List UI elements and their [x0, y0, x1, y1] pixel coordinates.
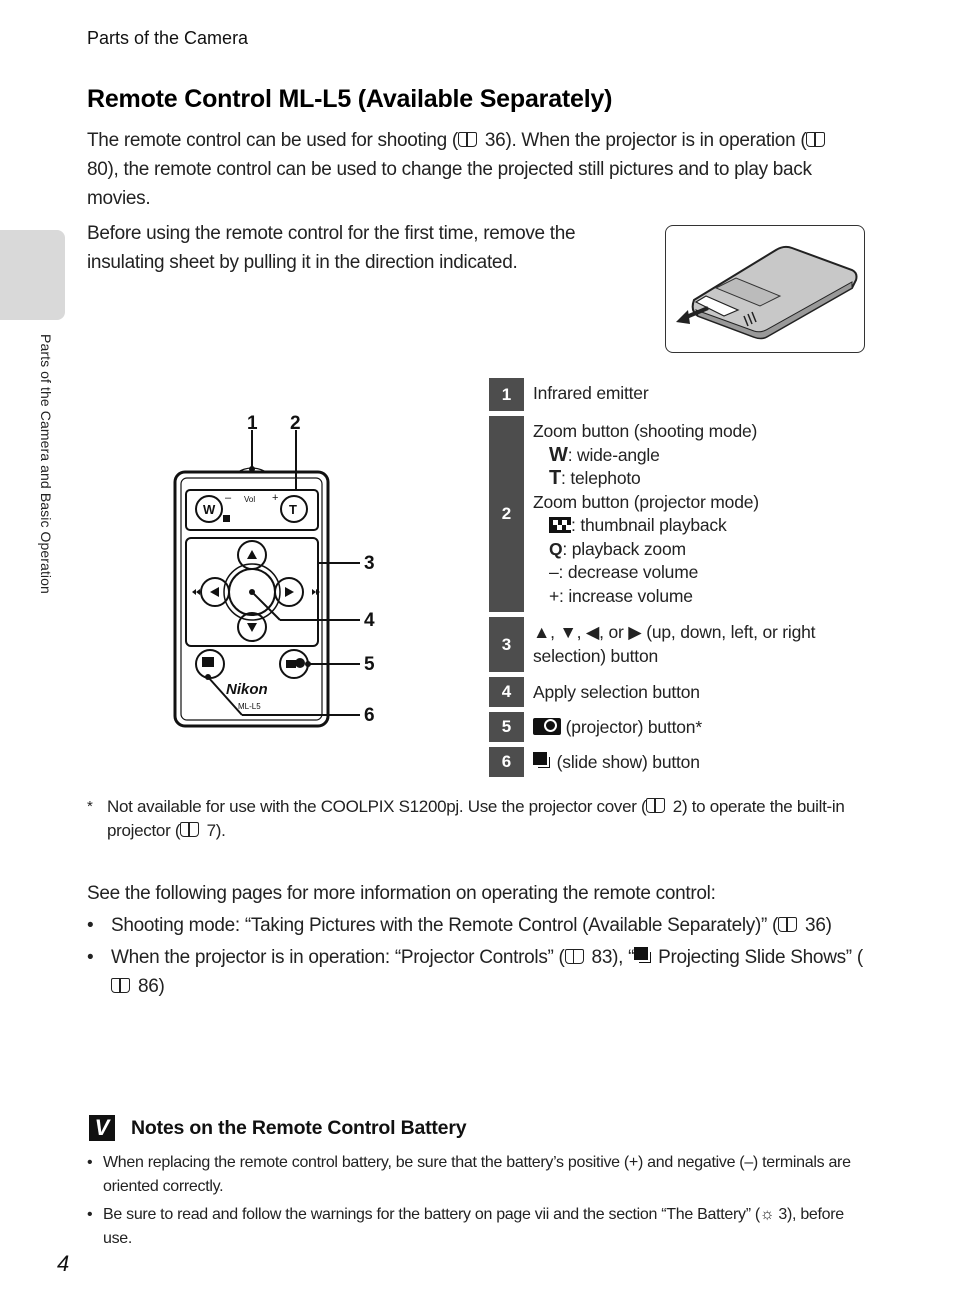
t-label: T — [289, 502, 297, 517]
insulating-sheet-paragraph: Before using the remote control for the … — [87, 223, 576, 273]
list-item-text: Projecting Slide Shows” ( — [653, 947, 863, 968]
remote-control-diagram: 1 2 3 4 5 6 W T Nikon Vol – + ML-L5 — [170, 405, 390, 735]
section-tab — [0, 230, 65, 320]
page-number: 4 — [57, 1251, 70, 1276]
legend-line: Zoom button (shooting mode) — [533, 421, 758, 441]
projector-icon — [533, 718, 561, 735]
list-item-text: 86) — [133, 976, 165, 997]
notes-list: When replacing the remote control batter… — [87, 1151, 867, 1255]
list-item-text: When the projector is in operation: “Pro… — [111, 947, 565, 968]
callout-6: 6 — [364, 705, 375, 726]
list-item: Shooting mode: “Taking Pictures with the… — [87, 911, 867, 940]
book-reference-icon — [778, 917, 798, 932]
legend-number: 3 — [489, 617, 524, 672]
footnote-marker: * — [87, 798, 93, 815]
callout-5: 5 — [364, 654, 375, 675]
intro-paragraph: The remote control can be used for shoot… — [87, 126, 857, 213]
remote-battery-pull-icon — [676, 245, 858, 340]
intro-text: The remote control can be used for shoot… — [87, 130, 458, 151]
legend-description: Zoom button (shooting mode) W: wide-angl… — [524, 416, 759, 612]
vol-label: Vol — [244, 495, 255, 504]
magnifier-icon: Q — [549, 538, 563, 559]
legend-description: (projector) button* — [524, 712, 702, 742]
page-title: Remote Control ML-L5 (Available Separate… — [87, 85, 613, 113]
insulating-sheet-illustration — [665, 225, 865, 353]
section-tab-label: Parts of the Camera and Basic Operation — [38, 334, 54, 594]
callout-1: 1 — [247, 413, 258, 434]
book-reference-icon — [457, 132, 477, 147]
legend-line: Zoom button (projector mode) — [533, 491, 759, 512]
legend-row: 5 (projector) button* — [489, 712, 869, 742]
callout-4: 4 — [364, 610, 375, 631]
callout-2: 2 — [290, 413, 301, 434]
legend-number: 1 — [489, 378, 524, 411]
brand-logo: Nikon — [226, 681, 268, 698]
legend-number: 2 — [489, 416, 524, 612]
legend-row: 2 Zoom button (shooting mode) W: wide-an… — [489, 416, 869, 612]
intro-text: 36). When the projector is in operation … — [479, 130, 807, 151]
legend-line-text: (slide show) button — [552, 752, 700, 772]
list-item: When replacing the remote control batter… — [87, 1151, 867, 1199]
more-info-paragraph: See the following pages for more informa… — [87, 883, 716, 904]
book-reference-icon — [180, 822, 200, 837]
legend-line-text: : thumbnail playback — [571, 515, 727, 535]
legend-line: T: telephoto — [533, 467, 759, 491]
legend-description: Apply selection button — [533, 682, 700, 702]
plus-label: + — [272, 492, 278, 504]
legend-row: 6 (slide show) button — [489, 747, 869, 777]
slide-show-icon — [533, 752, 552, 770]
footnote: * Not available for use with the COOLPIX… — [87, 795, 867, 843]
w-symbol: W — [549, 443, 568, 466]
book-reference-icon — [646, 798, 666, 813]
notes-title: Notes on the Remote Control Battery — [131, 1116, 467, 1139]
list-item: Be sure to read and follow the warnings … — [87, 1203, 867, 1251]
legend-line: W: wide-angle — [533, 444, 759, 468]
legend-number: 6 — [489, 747, 524, 777]
legend-description: Infrared emitter — [533, 383, 649, 403]
legend-line: +: increase volume — [549, 585, 693, 606]
footnote-text-part: Not available for use with the COOLPIX S… — [107, 797, 647, 816]
legend-line-text: : wide-angle — [567, 444, 660, 465]
book-reference-icon — [564, 949, 584, 964]
legend-description: (slide show) button — [524, 747, 700, 777]
t-symbol: T — [549, 467, 562, 489]
legend-row: 1 Infrared emitter — [489, 378, 869, 411]
legend-line-text: : playback zoom — [562, 538, 686, 559]
minus-label: – — [225, 492, 232, 504]
legend-number: 5 — [489, 712, 524, 742]
check-icon: V — [89, 1115, 115, 1141]
legend-row: 3 ▲, ▼, ◀, or ▶ (up, down, left, or righ… — [489, 617, 869, 672]
book-reference-icon — [806, 132, 826, 147]
legend-description: ▲, ▼, ◀, or ▶ (up, down, left, or right … — [533, 622, 816, 666]
slide-show-icon — [634, 947, 653, 965]
legend-number: 4 — [489, 677, 524, 707]
running-head: Parts of the Camera — [87, 28, 249, 48]
legend-line-text: : telephoto — [561, 468, 641, 488]
notes-heading: V Notes on the Remote Control Battery — [89, 1115, 467, 1141]
intro-text: 80), the remote control can be used to c… — [87, 159, 812, 209]
parts-legend-table: 1 Infrared emitter 2 Zoom button (shooti… — [489, 378, 869, 782]
thumbnail-icon — [549, 517, 571, 533]
legend-row: 4 Apply selection button — [489, 677, 869, 707]
footnote-text: Not available for use with the COOLPIX S… — [107, 795, 867, 843]
legend-line: –: decrease volume — [549, 562, 699, 582]
legend-line: Q: playback zoom — [533, 538, 759, 562]
book-reference-icon — [111, 978, 130, 993]
legend-line-text: (projector) button* — [561, 717, 702, 737]
list-item-text: 83), “ — [586, 947, 635, 968]
callout-3: 3 — [364, 553, 375, 574]
list-item-text: 36) — [800, 915, 832, 936]
list-item: When the projector is in operation: “Pro… — [87, 943, 867, 1001]
list-item-text: Shooting mode: “Taking Pictures with the… — [111, 915, 779, 936]
legend-line: : thumbnail playback — [533, 514, 759, 538]
footnote-text-part: 7). — [202, 821, 226, 840]
model-label: ML-L5 — [238, 702, 261, 711]
reference-list: Shooting mode: “Taking Pictures with the… — [87, 911, 867, 1004]
w-label: W — [203, 502, 216, 517]
